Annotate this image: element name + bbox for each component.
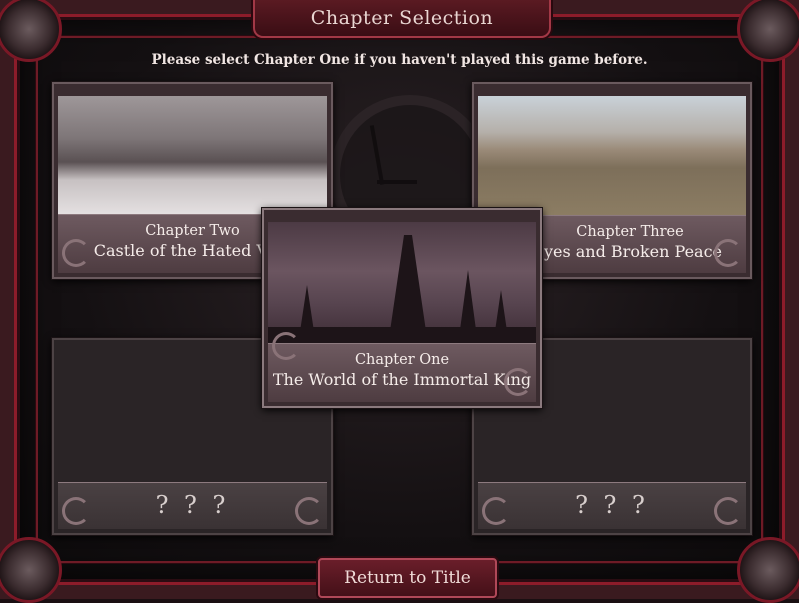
corner-ornament-icon xyxy=(737,537,799,603)
chapter-one-card[interactable]: Chapter One The World of the Immortal Ki… xyxy=(262,208,542,408)
chapter-one-title: The World of the Immortal King xyxy=(272,370,532,389)
return-to-title-button[interactable]: Return to Title xyxy=(318,558,497,598)
chapter-two-image xyxy=(58,96,327,216)
instruction-text: Please select Chapter One if you haven't… xyxy=(151,52,648,68)
swirl-ornament-icon xyxy=(62,497,90,525)
swirl-ornament-icon xyxy=(482,497,510,525)
swirl-ornament-icon xyxy=(504,368,532,396)
chapter-three-image xyxy=(478,96,746,216)
corner-ornament-icon xyxy=(0,537,62,603)
page-title: Chapter Selection xyxy=(310,7,494,29)
swirl-ornament-icon xyxy=(295,497,323,525)
swirl-ornament-icon xyxy=(62,239,90,267)
chapter-three-subtitle: Chapter Three xyxy=(576,224,684,240)
title-banner: Chapter Selection xyxy=(253,0,551,38)
chapter-one-caption: Chapter One The World of the Immortal Ki… xyxy=(268,332,536,402)
chapter-one-image xyxy=(268,222,536,345)
locked-caption: ? ? ? xyxy=(478,482,746,529)
locked-label: ? ? ? xyxy=(575,491,649,519)
swirl-ornament-icon xyxy=(272,332,300,360)
locked-caption: ? ? ? xyxy=(58,482,327,529)
swirl-ornament-icon xyxy=(714,497,742,525)
locked-label: ? ? ? xyxy=(155,491,230,519)
swirl-ornament-icon xyxy=(714,239,742,267)
chapter-one-subtitle: Chapter One xyxy=(354,352,450,368)
